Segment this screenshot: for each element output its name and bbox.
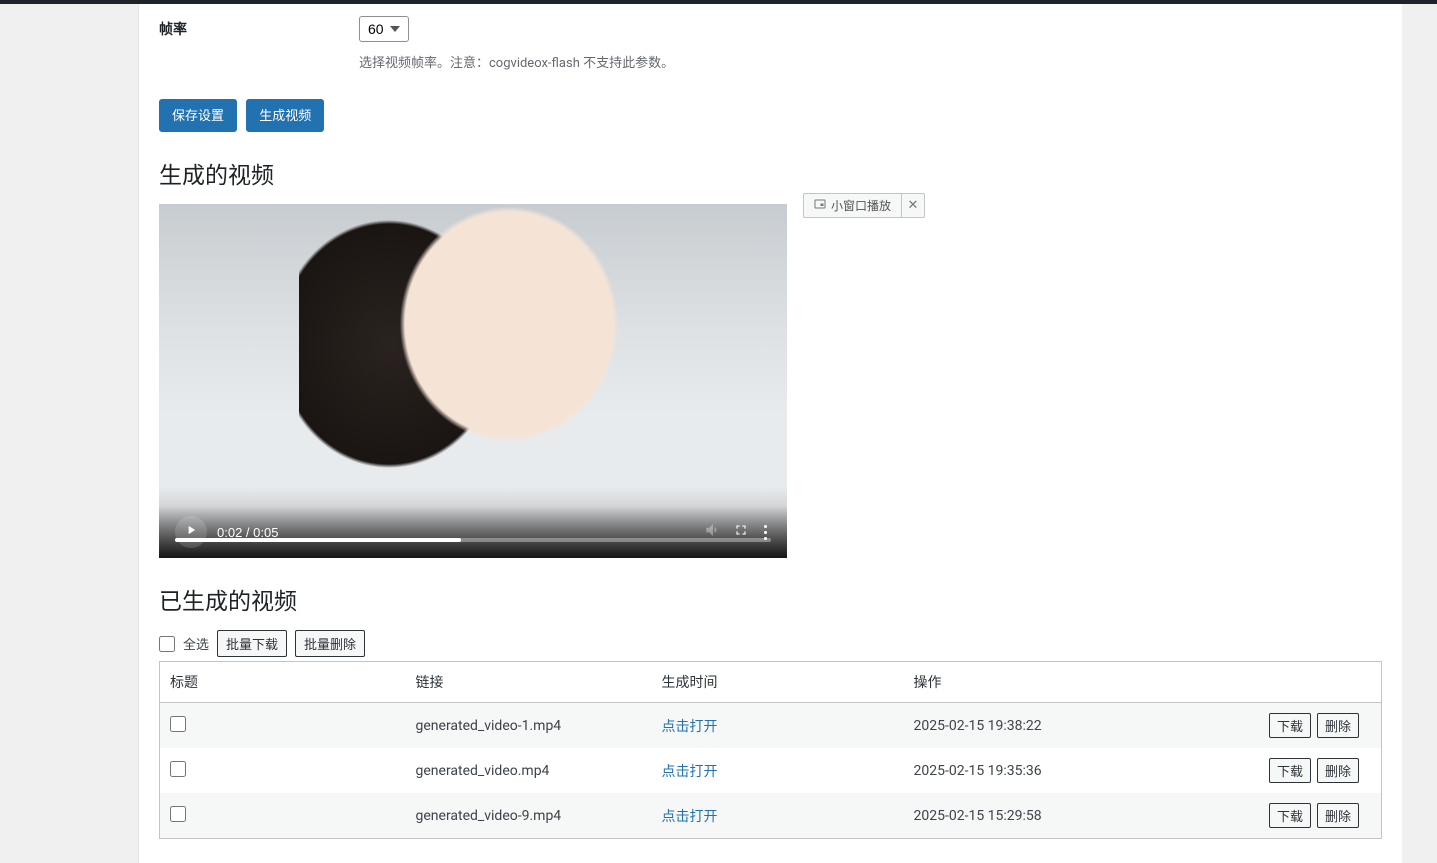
select-all-label: 全选 [183, 634, 209, 653]
col-action: 操作 [904, 662, 1154, 703]
row-checkbox[interactable] [170, 716, 186, 732]
framerate-label: 帧率 [159, 19, 359, 39]
col-link: 链接 [406, 662, 652, 703]
framerate-row: 帧率 60 [159, 16, 1382, 42]
framerate-help: 选择视频帧率。注意：cogvideox-flash 不支持此参数。 [359, 52, 1382, 71]
row-checkbox[interactable] [170, 806, 186, 822]
generated-videos-table: 标题 链接 生成时间 操作 generated_video-1.mp4 点击打开… [159, 661, 1382, 839]
row-time: 2025-02-15 19:38:22 [904, 703, 1154, 749]
delete-button[interactable]: 删除 [1317, 758, 1359, 783]
row-open-link[interactable]: 点击打开 [662, 764, 718, 780]
pip-play-button[interactable]: 小窗口播放 [804, 194, 902, 217]
video-player[interactable]: 0:02 / 0:05 [159, 204, 787, 558]
row-title: generated_video.mp4 [406, 748, 652, 793]
download-button[interactable]: 下载 [1269, 713, 1311, 738]
close-icon: ✕ [908, 198, 919, 213]
row-checkbox[interactable] [170, 761, 186, 777]
more-icon [764, 525, 767, 528]
video-progress-fill [175, 538, 461, 542]
delete-button[interactable]: 删除 [1317, 803, 1359, 828]
row-open-link[interactable]: 点击打开 [662, 809, 718, 825]
pip-box: 小窗口播放 ✕ [803, 193, 925, 218]
framerate-select[interactable]: 60 [359, 16, 409, 42]
main-panel: 帧率 60 选择视频帧率。注意：cogvideox-flash 不支持此参数。 … [138, 4, 1402, 863]
delete-button[interactable]: 删除 [1317, 713, 1359, 738]
table-row: generated_video.mp4 点击打开 2025-02-15 19:3… [160, 748, 1382, 793]
video-controls: 0:02 / 0:05 [159, 506, 787, 558]
download-button[interactable]: 下载 [1269, 803, 1311, 828]
row-open-link[interactable]: 点击打开 [662, 719, 718, 735]
bulk-actions-row: 全选 批量下载 批量删除 [159, 630, 1382, 657]
row-time: 2025-02-15 19:35:36 [904, 748, 1154, 793]
download-button[interactable]: 下载 [1269, 758, 1311, 783]
col-time: 生成时间 [652, 662, 904, 703]
bulk-delete-button[interactable]: 批量删除 [295, 630, 365, 657]
row-title: generated_video-1.mp4 [406, 703, 652, 749]
list-section-title: 已生成的视频 [159, 582, 1382, 616]
play-button[interactable] [175, 516, 207, 548]
video-player-wrap: 小窗口播放 ✕ 0:02 / 0:05 [159, 204, 787, 558]
generate-video-button[interactable]: 生成视频 [246, 99, 324, 132]
row-title: generated_video-9.mp4 [406, 793, 652, 839]
save-settings-button[interactable]: 保存设置 [159, 99, 237, 132]
table-row: generated_video-9.mp4 点击打开 2025-02-15 15… [160, 793, 1382, 839]
pip-label-text: 小窗口播放 [831, 197, 891, 214]
select-all-checkbox[interactable] [159, 636, 175, 652]
table-row: generated_video-1.mp4 点击打开 2025-02-15 19… [160, 703, 1382, 749]
row-time: 2025-02-15 15:29:58 [904, 793, 1154, 839]
col-buttons [1154, 662, 1382, 703]
pip-close-button[interactable]: ✕ [902, 194, 924, 217]
video-frame-image [159, 204, 787, 558]
video-progress-bar[interactable] [175, 538, 771, 542]
bulk-download-button[interactable]: 批量下载 [217, 630, 287, 657]
preview-section-title: 生成的视频 [159, 156, 1382, 190]
col-title: 标题 [160, 662, 406, 703]
pip-icon [814, 198, 826, 213]
